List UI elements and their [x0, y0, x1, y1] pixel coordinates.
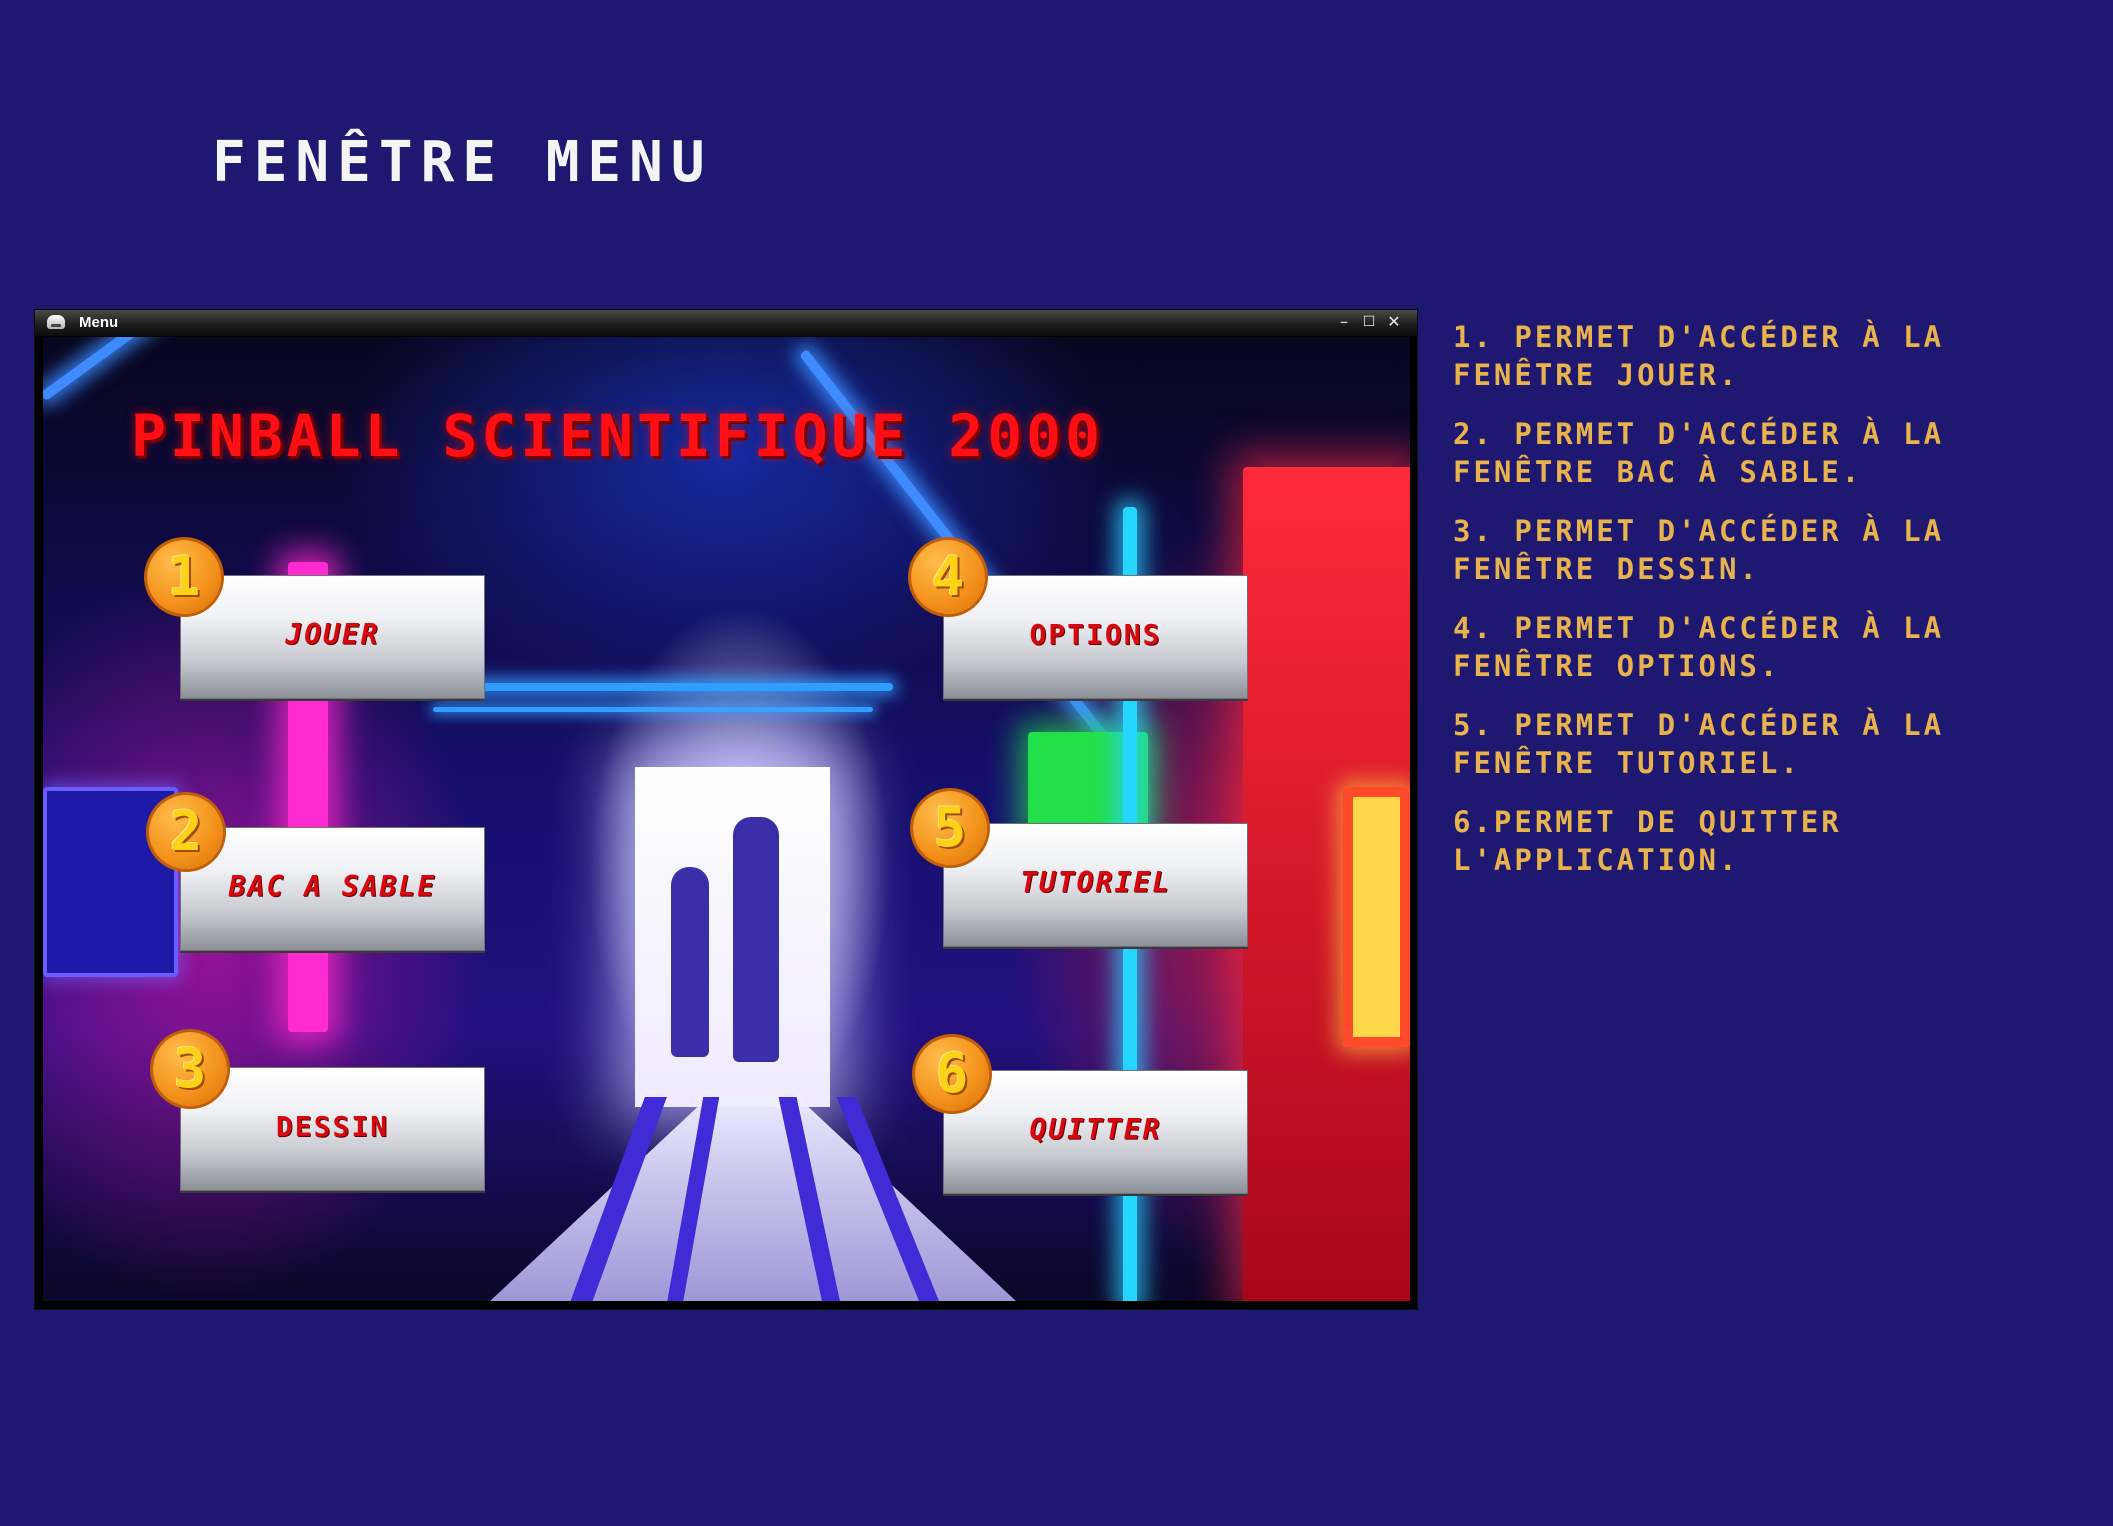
menu-background: PINBALL SCIENTIFIQUE 2000 JOUER 1 BAC A …: [43, 337, 1410, 1301]
number-badge-3-icon: 3: [153, 1032, 227, 1106]
silhouette-child: [671, 867, 709, 1057]
dessin-button-label: DESSIN: [275, 1110, 390, 1143]
number-badge-2-icon: 2: [149, 795, 223, 869]
page-title: FENÊTRE MENU: [212, 130, 713, 195]
quitter-button[interactable]: QUITTER: [943, 1070, 1248, 1194]
menu-window: Menu – ☐ ✕ PINBALL SCIENTIFIQUE 2000 JOU…: [35, 310, 1417, 1309]
window-titlebar[interactable]: Menu – ☐ ✕: [35, 310, 1417, 337]
maximize-button[interactable]: ☐: [1358, 311, 1380, 333]
description-item-4: 4. PERMET D'ACCÉDER À LA FENÊTRE OPTIONS…: [1453, 611, 1945, 683]
options-button-label: OPTIONS: [1029, 618, 1162, 651]
ceiling-neon-left: [43, 337, 548, 402]
dessin-button[interactable]: DESSIN: [180, 1067, 485, 1191]
quitter-button-label: QUITTER: [1029, 1113, 1162, 1146]
window-title: Menu: [79, 314, 119, 331]
number-badge-4-icon: 4: [911, 540, 985, 614]
description-item-3: 3. PERMET D'ACCÉDER À LA FENÊTRE DESSIN.: [1453, 514, 1945, 586]
description-item-6: 6.PERMET DE QUITTER L'APPLICATION.: [1453, 805, 1842, 877]
jouer-button-label: JOUER: [285, 618, 380, 651]
tutoriel-button[interactable]: TUTORIEL: [943, 823, 1248, 947]
number-badge-1-icon: 1: [147, 540, 221, 614]
minimize-button[interactable]: –: [1333, 311, 1355, 333]
close-button[interactable]: ✕: [1383, 311, 1405, 333]
app-icon: [47, 315, 65, 329]
corridor-neon-bar-2: [433, 707, 873, 712]
game-title: PINBALL SCIENTIFIQUE 2000: [131, 402, 1104, 470]
jouer-button[interactable]: JOUER: [180, 575, 485, 699]
silhouette-adult: [733, 817, 779, 1062]
bac-a-sable-button-label: BAC A SABLE: [228, 870, 437, 903]
description-item-2: 2. PERMET D'ACCÉDER À LA FENÊTRE BAC À S…: [1453, 417, 1945, 489]
arcade-screen-right: [1343, 787, 1410, 1047]
description-item-1: 1. PERMET D'ACCÉDER À LA FENÊTRE JOUER.: [1453, 320, 1945, 392]
description-item-5: 5. PERMET D'ACCÉDER À LA FENÊTRE TUTORIE…: [1453, 708, 1945, 780]
description-list: 1. PERMET D'ACCÉDER À LA FENÊTRE JOUER. …: [1453, 318, 2093, 900]
bac-a-sable-button[interactable]: BAC A SABLE: [180, 827, 485, 951]
number-badge-5-icon: 5: [913, 791, 987, 865]
options-button[interactable]: OPTIONS: [943, 575, 1248, 699]
corridor-neon-bar: [443, 683, 893, 691]
number-badge-6-icon: 6: [915, 1037, 989, 1111]
tutoriel-button-label: TUTORIEL: [1020, 866, 1171, 899]
